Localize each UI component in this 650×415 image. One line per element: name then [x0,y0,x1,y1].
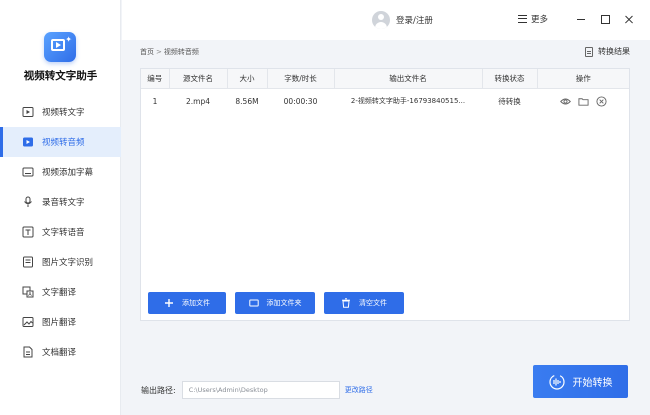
table-header-row: 编号 源文件名 大小 字数/时长 输出文件名 转换状态 操作 [141,69,629,89]
sidebar-item-label: 文字转语音 [42,228,85,238]
more-label: 更多 [530,15,548,25]
breadcrumb-separator: > [156,48,162,56]
more-menu-button[interactable]: 更多 [517,13,548,25]
sidebar-nav: 视频转文字 视频转音频 视频添加字幕 录音转文字 文字转语音 图片文字识别 A … [0,97,121,367]
login-button[interactable]: 登录/注册 [372,11,433,29]
cell-status: 待转换 [498,96,521,106]
conversion-results-button[interactable]: 转换结果 [585,46,630,57]
sidebar-item-label: 文字翻译 [42,288,77,298]
breadcrumb-home[interactable]: 首页 [140,48,154,56]
sidebar-item-recording-to-text[interactable]: 录音转文字 [0,187,121,217]
main-content: 首页 > 视频转音频 转换结果 编号 源文件名 大小 字数/时长 输出文件名 转换状… [122,40,650,415]
sidebar-item-text-to-speech[interactable]: 文字转语音 [0,217,121,247]
cell-size: 8.56M [235,96,259,106]
column-header-actions: 操作 [537,69,629,89]
document-icon [585,46,593,57]
sidebar-item-label: 视频添加字幕 [42,168,94,178]
preview-eye-icon[interactable] [559,96,571,107]
recording-icon [22,196,34,208]
text-translate-icon: A [22,286,34,298]
sidebar-item-video-to-audio[interactable]: 视频转音频 [0,127,121,157]
clear-files-button[interactable]: 清空文件 [324,292,404,314]
add-folder-label: 添加文件夹 [266,299,302,307]
subtitle-icon [22,166,34,178]
cell-index: 1 [152,96,158,106]
sidebar-item-text-translate[interactable]: A 文字翻译 [0,277,121,307]
add-folder-button[interactable]: 添加文件夹 [235,292,315,314]
table-row[interactable]: 1 2.mp4 8.56M 00:00:30 2-视频转文字助手-1679384… [141,88,629,114]
breadcrumb: 首页 > 视频转音频 [140,47,199,57]
clear-files-label: 清空文件 [359,299,387,307]
sidebar-item-label: 文档翻译 [42,348,77,358]
sidebar-item-label: 图片文字识别 [42,258,94,268]
image-translate-icon [22,316,34,328]
column-header-index: 编号 [141,69,170,89]
output-path-label: 输出路径: [141,385,176,395]
add-file-button[interactable]: 添加文件 [148,292,226,314]
trash-icon [341,298,351,308]
sidebar-item-label: 视频转音频 [42,138,85,148]
column-header-source: 源文件名 [169,69,228,89]
sidebar-item-label: 视频转文字 [42,108,85,118]
menu-icon [517,15,527,23]
maximize-button[interactable] [600,14,610,24]
login-label: 登录/注册 [396,16,433,26]
folder-icon [248,298,259,308]
sidebar-item-label: 录音转文字 [42,198,85,208]
start-conversion-label: 开始转换 [572,378,613,389]
video-to-text-icon [22,106,34,118]
file-list-panel: 编号 源文件名 大小 字数/时长 输出文件名 转换状态 操作 1 2.mp4 8… [140,68,630,321]
sidebar-item-label: 图片翻译 [42,318,77,328]
cell-output: 2-视频转文字助手-16793840515... [350,97,466,106]
avatar-icon [372,11,390,29]
remove-icon[interactable] [595,96,607,107]
cell-source: 2.mp4 [186,96,210,106]
file-action-buttons: 添加文件 添加文件夹 清空文件 [148,292,404,314]
file-table: 编号 源文件名 大小 字数/时长 输出文件名 转换状态 操作 1 2.mp4 8… [141,69,629,114]
document-translate-icon [22,346,34,358]
svg-text:A: A [28,292,32,298]
cell-actions [537,88,629,114]
column-header-size: 大小 [227,69,268,89]
video-to-audio-icon [22,136,34,148]
sidebar-item-document-translate[interactable]: 文档翻译 [0,337,121,367]
minimize-button[interactable] [576,14,586,24]
close-window-button[interactable] [624,14,634,24]
conversion-results-label: 转换结果 [598,47,630,56]
open-folder-icon[interactable] [577,96,589,107]
column-header-status: 转换状态 [482,69,538,89]
change-path-link[interactable]: 更改路径 [345,385,373,395]
sidebar-item-video-to-text[interactable]: 视频转文字 [0,97,121,127]
output-path-input[interactable]: C:\Users\Admin\Desktop [181,381,340,399]
sidebar: ✦ 视频转文字助手 视频转文字 视频转音频 视频添加字幕 录音转文字 文字转语音… [0,0,121,415]
ocr-icon [22,256,34,268]
sidebar-item-image-translate[interactable]: 图片翻译 [0,307,121,337]
audio-wave-icon [548,373,565,390]
top-bar: 登录/注册 更多 [122,0,650,40]
column-header-output: 输出文件名 [334,69,483,89]
column-header-duration: 字数/时长 [267,69,335,89]
window-controls: 更多 [517,13,634,25]
plus-icon [164,298,174,308]
app-name: 视频转文字助手 [23,70,98,82]
sidebar-item-ocr[interactable]: 图片文字识别 [0,247,121,277]
app-logo-icon: ✦ [44,32,76,62]
cell-duration: 00:00:30 [283,96,318,106]
start-conversion-button[interactable]: 开始转换 [533,365,628,398]
output-path-row: 输出路径: C:\Users\Admin\Desktop 更改路径 [141,381,373,399]
add-file-label: 添加文件 [182,299,210,307]
breadcrumb-current: 视频转音频 [163,48,199,56]
sidebar-item-add-subtitle[interactable]: 视频添加字幕 [0,157,121,187]
text-to-speech-icon [22,226,34,238]
